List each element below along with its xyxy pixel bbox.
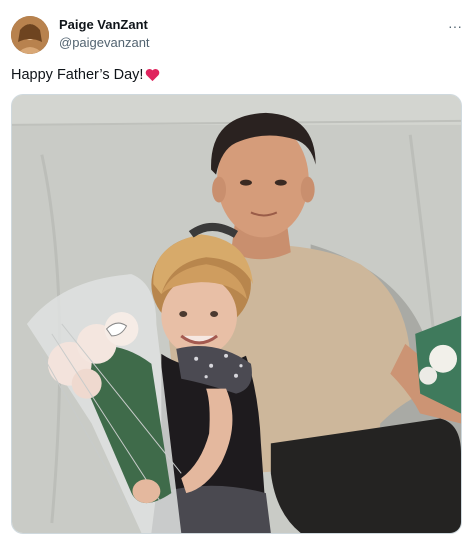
tweet-text: Happy Father’s Day!: [11, 67, 144, 83]
red-heart-icon: [146, 68, 160, 82]
tweet-card: Paige VanZant @paigevanzant ··· Happy Fa…: [0, 0, 476, 545]
author-avatar[interactable]: [11, 16, 49, 54]
author-handle[interactable]: @paigevanzant: [59, 35, 150, 50]
author-display-name[interactable]: Paige VanZant: [59, 17, 148, 32]
more-options-icon[interactable]: ···: [445, 16, 465, 36]
tweet-photo[interactable]: [11, 94, 462, 534]
avatar-image: [11, 16, 49, 54]
photo-illustration: [12, 95, 461, 533]
tweet-text-row: Happy Father’s Day!: [11, 67, 160, 83]
